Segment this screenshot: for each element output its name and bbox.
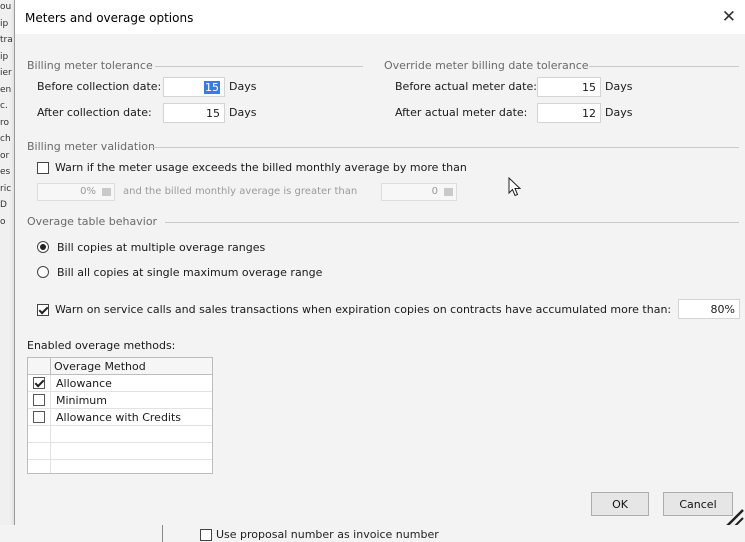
- allowance-checkbox[interactable]: [33, 377, 45, 389]
- background-text-fragment: o: [0, 216, 6, 227]
- monthly-average-label: and the billed monthly average is greate…: [123, 186, 358, 197]
- use-proposal-number-checkbox[interactable]: [200, 529, 212, 541]
- background-text-fragment: ric: [0, 183, 12, 194]
- use-proposal-number-label: Use proposal number as invoice number: [216, 528, 439, 541]
- allowance-credits-checkbox[interactable]: [33, 411, 45, 423]
- close-icon[interactable]: ✕: [722, 7, 736, 27]
- single-range-label: Bill all copies at single maximum overag…: [57, 266, 323, 279]
- section-divider: [151, 147, 739, 148]
- minimum-checkbox[interactable]: [33, 394, 45, 406]
- background-text-fragment: tra: [0, 35, 13, 45]
- table-row[interactable]: Minimum: [28, 392, 212, 409]
- multiple-ranges-radio[interactable]: [37, 241, 49, 253]
- background-text-fragment: ch: [0, 134, 11, 144]
- table-row: [28, 443, 212, 460]
- table-row: [28, 426, 212, 443]
- after-collection-input[interactable]: 15: [163, 103, 225, 123]
- section-divider: [165, 222, 739, 223]
- background-text-fragment: es: [0, 167, 11, 177]
- background-text-fragment: c.: [0, 101, 8, 111]
- method-label: Allowance: [56, 377, 112, 390]
- single-range-radio[interactable]: [37, 266, 49, 278]
- spin-button-icon: [102, 188, 111, 196]
- background-text-fragment: D: [0, 200, 7, 210]
- grid-header: Overage Method: [28, 358, 212, 375]
- mouse-pointer-icon: [508, 177, 522, 197]
- percent-input[interactable]: 0%: [37, 183, 115, 201]
- dialog-titlebar: Meters and overage options ✕: [15, 0, 745, 34]
- ok-button[interactable]: OK: [591, 492, 649, 516]
- warn-usage-checkbox[interactable]: [37, 162, 49, 174]
- background-text-fragment: ou: [0, 2, 12, 12]
- method-label: Allowance with Credits: [56, 411, 182, 424]
- background-text-fragment: ip: [0, 51, 9, 62]
- warn-expiration-input[interactable]: 80%: [678, 299, 740, 319]
- section-divider: [155, 66, 363, 67]
- overage-behavior-title: Overage table behavior: [27, 215, 158, 228]
- multiple-ranges-label: Bill copies at multiple overage ranges: [57, 241, 266, 254]
- background-text-fragment: ip: [0, 18, 9, 29]
- overage-methods-grid: Overage Method Allowance Minimum Allowan…: [27, 357, 213, 474]
- meters-overage-dialog: Meters and overage options ✕ Billing met…: [14, 0, 745, 526]
- background-text-fragment: ier: [0, 68, 12, 78]
- days-unit-label: Days: [605, 106, 633, 119]
- before-actual-input[interactable]: 15: [537, 77, 601, 97]
- amount-input[interactable]: 0: [381, 183, 457, 201]
- warn-usage-label: Warn if the meter usage exceeds the bill…: [55, 161, 467, 174]
- after-collection-label: After collection date:: [37, 106, 152, 119]
- section-divider: [589, 66, 739, 67]
- before-actual-label: Before actual meter date:: [395, 80, 537, 93]
- days-unit-label: Days: [605, 80, 633, 93]
- enabled-methods-title: Enabled overage methods:: [27, 339, 176, 352]
- days-unit-label: Days: [229, 106, 257, 119]
- validation-title: Billing meter validation: [27, 140, 155, 153]
- background-text-fragment: ro: [0, 117, 10, 128]
- method-label: Minimum: [56, 394, 107, 407]
- after-actual-label: After actual meter date:: [395, 106, 528, 119]
- warn-expiration-label: Warn on service calls and sales transact…: [55, 303, 672, 316]
- dialog-title: Meters and overage options: [25, 11, 194, 25]
- table-row[interactable]: Allowance with Credits: [28, 409, 212, 426]
- spin-button-icon: [444, 188, 453, 196]
- before-collection-input[interactable]: 15: [163, 77, 225, 97]
- table-row[interactable]: Allowance: [28, 375, 212, 392]
- background-text-fragment: or: [0, 150, 10, 161]
- override-tolerance-title: Override meter billing date tolerance: [384, 59, 589, 72]
- background-window-footer: Use proposal number as invoice number: [0, 525, 745, 542]
- background-text-fragment: en: [0, 84, 12, 95]
- days-unit-label: Days: [229, 80, 257, 93]
- overage-method-column-header[interactable]: Overage Method: [54, 360, 146, 373]
- warn-expiration-checkbox[interactable]: [37, 304, 49, 316]
- billing-tolerance-title: Billing meter tolerance: [27, 59, 153, 72]
- before-collection-label: Before collection date:: [37, 80, 162, 93]
- after-actual-input[interactable]: 12: [537, 103, 601, 123]
